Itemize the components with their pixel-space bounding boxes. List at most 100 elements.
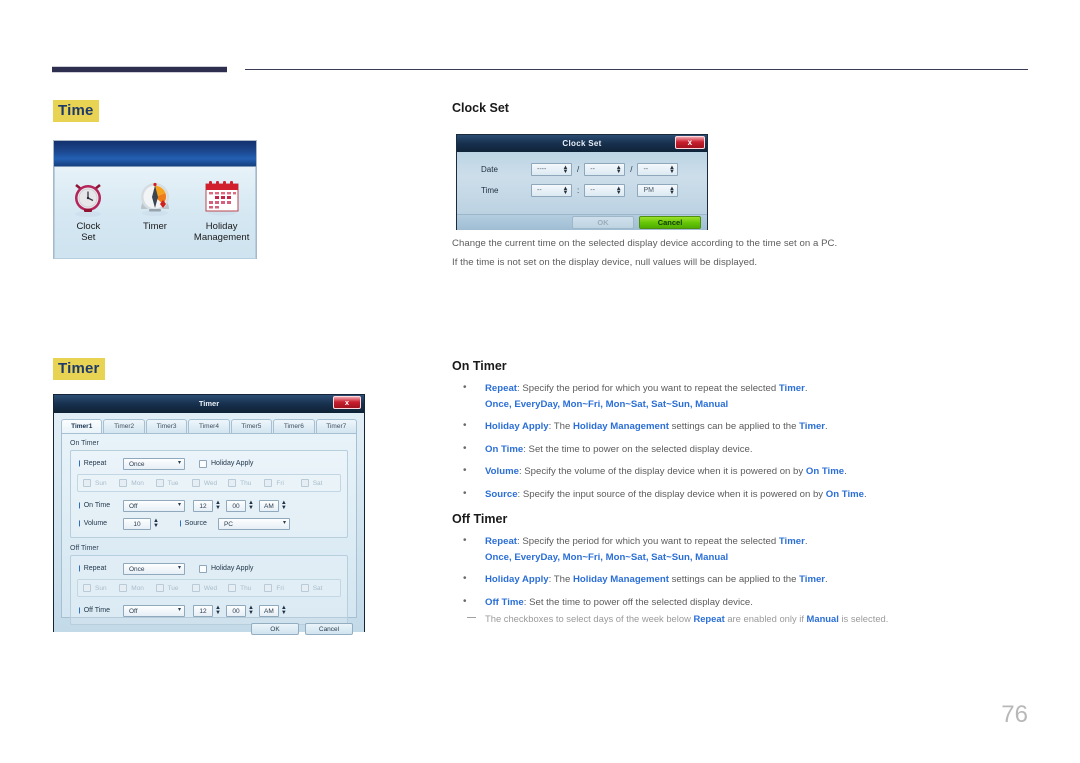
- stepper-arrows-icon[interactable]: ▲ ▼: [561, 185, 570, 196]
- checkbox-icon[interactable]: [119, 584, 128, 592]
- on-time-minute-input[interactable]: 00: [225, 499, 246, 512]
- tab-timer7[interactable]: Timer7: [315, 419, 357, 433]
- day-checkbox-fri[interactable]: Fri: [264, 479, 298, 487]
- off-holiday-apply-checkbox[interactable]: Holiday Apply: [199, 564, 253, 573]
- day-label: Sat: [312, 584, 323, 592]
- menu-item-clock-set[interactable]: Clock Set: [57, 174, 119, 243]
- off-time-minute-input[interactable]: 00: [225, 604, 246, 617]
- day-label: Wed: [203, 479, 218, 487]
- tab-timer4[interactable]: Timer4: [188, 419, 230, 433]
- day-checkbox-tue[interactable]: Tue: [155, 584, 190, 592]
- menu-item-holiday-management[interactable]: Holiday Management: [191, 174, 253, 243]
- dialog-body: Date ---- ▲ ▼ / -- ▲ ▼ / -- ▲ ▼ Time -- …: [457, 152, 707, 214]
- checkbox-icon[interactable]: [199, 459, 207, 468]
- source-select[interactable]: PC: [217, 517, 290, 530]
- stepper-arrows-icon[interactable]: ▲ ▼: [215, 605, 221, 616]
- checkbox-icon[interactable]: [228, 479, 237, 487]
- off-time-select[interactable]: Off: [123, 604, 185, 617]
- tab-timer2[interactable]: Timer2: [103, 419, 145, 433]
- on-time-select[interactable]: Off: [123, 499, 185, 512]
- day-checkbox-mon[interactable]: Mon: [119, 584, 153, 592]
- time-row: Time -- ▲▼ : -- ▲▼ / PM ▲▼: [457, 180, 707, 201]
- time-hour-stepper[interactable]: -- ▲ ▼: [531, 184, 572, 197]
- time-ampm-stepper[interactable]: PM ▲ ▼: [637, 184, 679, 197]
- stepper-arrows-icon[interactable]: ▲ ▼: [281, 500, 287, 511]
- day-checkbox-mon[interactable]: Mon: [119, 479, 153, 487]
- day-checkbox-wed[interactable]: Wed: [191, 479, 226, 487]
- checkbox-icon[interactable]: [300, 584, 309, 592]
- checkbox-icon[interactable]: [119, 479, 128, 487]
- on-time-ampm-input[interactable]: AM: [258, 499, 279, 512]
- checkbox-icon[interactable]: [83, 479, 91, 487]
- volume-input[interactable]: 10: [123, 517, 151, 530]
- off-repeat-select[interactable]: Once: [123, 562, 185, 575]
- day-checkbox-sun[interactable]: Sun: [83, 584, 117, 592]
- day-checkbox-fri[interactable]: Fri: [264, 584, 298, 592]
- day-checkbox-tue[interactable]: Tue: [155, 479, 190, 487]
- stepper-arrows-icon[interactable]: ▲ ▼: [248, 605, 254, 616]
- on-time-hour-input[interactable]: 12: [193, 499, 213, 512]
- bullet-text: .: [844, 466, 847, 477]
- checkbox-icon[interactable]: [155, 479, 164, 487]
- stepper-arrows-icon[interactable]: ▲ ▼: [153, 518, 159, 529]
- day-checkbox-sun[interactable]: Sun: [83, 479, 117, 487]
- alarm-clock-icon: [57, 174, 119, 219]
- time-label: Time: [481, 186, 499, 195]
- on-holiday-apply-checkbox[interactable]: Holiday Apply: [199, 459, 253, 468]
- off-time-ampm-input[interactable]: AM: [258, 604, 279, 617]
- tab-timer1[interactable]: Timer1: [61, 419, 103, 433]
- day-label: Tue: [167, 479, 179, 487]
- bullet-term: Holiday Management: [572, 421, 669, 432]
- day-checkbox-thu[interactable]: Thu: [228, 479, 262, 487]
- day-checkbox-sat[interactable]: Sat: [300, 479, 335, 487]
- stepper-arrows-icon[interactable]: ▲ ▼: [215, 500, 221, 511]
- stepper-arrows-icon[interactable]: ▲ ▼: [667, 185, 676, 196]
- stepper-arrows-icon[interactable]: ▲ ▼: [667, 164, 676, 175]
- list-item: Holiday Apply: The Holiday Management se…: [458, 419, 1038, 434]
- date-month-stepper[interactable]: -- ▲ ▼: [584, 163, 626, 176]
- day-checkbox-wed[interactable]: Wed: [191, 584, 226, 592]
- off-time-label: Off Time: [77, 607, 123, 614]
- stepper-arrows-icon[interactable]: ▲ ▼: [248, 500, 254, 511]
- off-time-hour-input[interactable]: 12: [193, 604, 213, 617]
- day-checkbox-thu[interactable]: Thu: [228, 584, 262, 592]
- checkbox-icon[interactable]: [191, 584, 200, 592]
- cancel-button[interactable]: Cancel: [305, 623, 353, 635]
- close-icon[interactable]: x: [675, 136, 705, 149]
- tab-timer6[interactable]: Timer6: [273, 419, 315, 433]
- subheading-on-timer: On Timer: [452, 359, 507, 373]
- stepper-arrows-icon[interactable]: ▲ ▼: [614, 164, 623, 175]
- off-timer-day-checkboxes: Sun Mon Tue Wed Thu Fri Sat: [77, 579, 341, 597]
- checkbox-icon[interactable]: [264, 584, 273, 592]
- dialog-body: Timer1 Timer2 Timer3 Timer4 Timer5 Timer…: [54, 413, 364, 635]
- checkbox-icon[interactable]: [228, 584, 237, 592]
- checkbox-icon[interactable]: [300, 479, 309, 487]
- checkbox-icon[interactable]: [83, 584, 91, 592]
- checkbox-icon[interactable]: [191, 479, 200, 487]
- close-icon[interactable]: x: [333, 396, 361, 409]
- stepper-arrows-icon[interactable]: ▲ ▼: [561, 164, 570, 175]
- time-menu-titlebar: [54, 141, 256, 167]
- ok-button[interactable]: OK: [572, 216, 634, 229]
- checkbox-icon[interactable]: [155, 584, 164, 592]
- on-repeat-select[interactable]: Once: [123, 457, 185, 470]
- day-checkbox-sat[interactable]: Sat: [300, 584, 335, 592]
- tab-timer5[interactable]: Timer5: [230, 419, 273, 433]
- stepper-arrows-icon[interactable]: ▲ ▼: [614, 185, 623, 196]
- day-label: Fri: [276, 479, 284, 487]
- menu-item-timer[interactable]: Timer: [124, 174, 186, 232]
- bullet-term: Repeat: [485, 536, 517, 547]
- checkbox-icon[interactable]: [264, 479, 273, 487]
- stepper-arrows-icon[interactable]: ▲ ▼: [281, 605, 287, 616]
- dialog-footer: OK Cancel: [457, 214, 707, 230]
- date-year-stepper[interactable]: ---- ▲ ▼: [531, 163, 572, 176]
- off-timer-group-label: Off Timer: [70, 545, 99, 552]
- cancel-button[interactable]: Cancel: [639, 216, 701, 229]
- date-day-stepper[interactable]: -- ▲ ▼: [637, 163, 679, 176]
- time-minute-stepper[interactable]: -- ▲ ▼: [584, 184, 626, 197]
- checkbox-icon[interactable]: [199, 564, 207, 573]
- ok-button[interactable]: OK: [251, 623, 299, 635]
- bullet-term: Timer: [778, 536, 805, 547]
- tab-timer3[interactable]: Timer3: [145, 419, 188, 433]
- dialog-titlebar: Timer x: [54, 395, 364, 413]
